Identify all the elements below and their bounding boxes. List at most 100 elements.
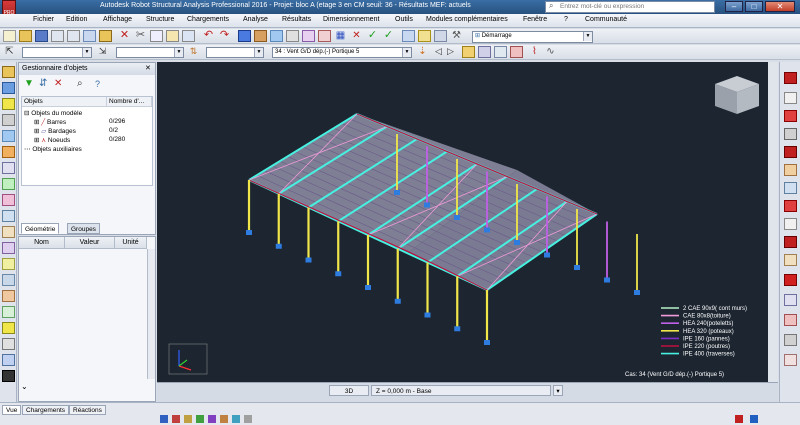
bar-selection-combo[interactable]: ▼: [116, 47, 184, 58]
3d-viewport[interactable]: 2 CAE 90x9( cont murs) CAE 80x8(toiture) H…: [157, 62, 778, 382]
cable-icon[interactable]: [784, 218, 797, 230]
menu-analyse[interactable]: Analyse: [243, 16, 268, 23]
delete-icon[interactable]: ✕: [118, 30, 131, 42]
calculation-icon[interactable]: [270, 30, 283, 42]
analysis-icon[interactable]: ✕: [350, 30, 363, 42]
properties-scrollbar[interactable]: [147, 249, 155, 379]
releases-icon[interactable]: [510, 46, 523, 58]
node-icon[interactable]: [784, 92, 797, 104]
info-icon[interactable]: [750, 415, 758, 423]
diagram-icon[interactable]: ⌇: [528, 46, 541, 58]
supports-tool-icon[interactable]: [2, 162, 15, 174]
tab-vue[interactable]: Vue: [2, 405, 22, 415]
maximize-button[interactable]: □: [745, 1, 763, 12]
divide-icon[interactable]: [2, 338, 15, 350]
claddings-icon[interactable]: [2, 194, 15, 206]
next-case-icon[interactable]: ▷: [444, 46, 457, 58]
column-header-count[interactable]: Nombre d'...: [107, 97, 152, 107]
case-filter-combo[interactable]: ▼: [206, 47, 264, 58]
tab-reactions[interactable]: Réactions: [69, 405, 106, 415]
offsets-icon[interactable]: [2, 210, 15, 222]
search-input[interactable]: Entrez mot-clé ou expression: [545, 1, 715, 13]
sections-icon[interactable]: [462, 46, 475, 58]
minimize-button[interactable]: –: [725, 1, 743, 12]
menu-modules[interactable]: Modules complémentaires: [426, 16, 508, 23]
tab-groupes[interactable]: Groupes: [67, 223, 100, 234]
angle-icon[interactable]: [784, 164, 797, 176]
menu-resultats[interactable]: Résultats: [282, 16, 311, 23]
cursor-icon[interactable]: ⇱: [3, 46, 16, 58]
clipboard-icon[interactable]: [182, 30, 195, 42]
structure-icon[interactable]: [254, 30, 267, 42]
node-selection-combo[interactable]: ▼: [22, 47, 92, 58]
paste-icon[interactable]: [166, 30, 179, 42]
tree-item-bars[interactable]: ⊞ ╱ Barres: [34, 118, 66, 126]
section-profile-icon[interactable]: [784, 110, 797, 122]
tree-item-model-objects[interactable]: ⊟ Objets du modèle: [24, 109, 82, 117]
tab-chargements[interactable]: Chargements: [22, 405, 70, 415]
chevron-down-icon[interactable]: ▾: [553, 385, 563, 396]
translate-icon[interactable]: [2, 274, 15, 286]
support-filter-icon[interactable]: [184, 415, 192, 423]
menu-communaute[interactable]: Communauté: [585, 16, 627, 23]
meshing-icon[interactable]: [2, 242, 15, 254]
combination-icon[interactable]: [784, 334, 797, 346]
results-tool-icon[interactable]: [784, 354, 797, 366]
tree-item-claddings[interactable]: ⊞ ▱ Bardages: [34, 127, 76, 135]
copy-icon[interactable]: [150, 30, 163, 42]
supports-icon[interactable]: [494, 46, 507, 58]
verify-icon[interactable]: ✓: [382, 30, 395, 42]
hinge-icon[interactable]: [784, 236, 797, 248]
plate-icon[interactable]: [784, 200, 797, 212]
new-file-icon[interactable]: [3, 30, 16, 42]
geometry-icon[interactable]: [2, 258, 15, 270]
load-case-select[interactable]: 34 : Vent G/D dép.(-) Portique 5 ▼: [272, 47, 412, 58]
folder-icon[interactable]: [99, 30, 112, 42]
spring-icon[interactable]: [784, 294, 797, 306]
arrange-icon[interactable]: ⇵: [39, 79, 50, 90]
menu-structure[interactable]: Structure: [146, 16, 174, 23]
open-folder-icon[interactable]: [19, 30, 32, 42]
extrude-icon[interactable]: [2, 322, 15, 334]
layout-select[interactable]: ⊞ Démarrage ▼: [472, 31, 593, 43]
table-icon[interactable]: [402, 30, 415, 42]
column-header-objects[interactable]: Objets: [22, 97, 107, 107]
case-selection-icon[interactable]: ⇅: [187, 46, 200, 58]
beams-icon[interactable]: [2, 114, 15, 126]
error-icon[interactable]: [735, 415, 743, 423]
save-icon[interactable]: [35, 30, 48, 42]
cut-icon[interactable]: ✂: [134, 30, 147, 42]
load-display-icon[interactable]: ⇣: [416, 46, 429, 58]
mirror-icon[interactable]: [2, 306, 15, 318]
menu-chargements[interactable]: Chargements: [187, 16, 229, 23]
preferences-icon[interactable]: [434, 30, 447, 42]
column-header-unit[interactable]: Unité: [115, 237, 147, 249]
display-icon[interactable]: [286, 30, 299, 42]
report-icon[interactable]: [418, 30, 431, 42]
materials-icon[interactable]: [478, 46, 491, 58]
profiles-icon[interactable]: [2, 146, 15, 158]
print-icon[interactable]: [51, 30, 64, 42]
filter-icon[interactable]: ▼: [24, 79, 35, 90]
viewport-scrollbar[interactable]: [768, 62, 778, 382]
menu-help[interactable]: ?: [564, 16, 568, 23]
i-beam-icon[interactable]: [784, 128, 797, 140]
support-tool-icon[interactable]: [784, 274, 797, 286]
column-header-value[interactable]: Valeur: [65, 237, 115, 249]
expand-icon[interactable]: ⊞: [34, 119, 39, 126]
panel-filter-icon[interactable]: [220, 415, 228, 423]
print-preview-icon[interactable]: [67, 30, 80, 42]
loads-tool-icon[interactable]: [2, 178, 15, 190]
rigid-link-icon[interactable]: [784, 254, 797, 266]
tree-item-nodes[interactable]: ⊞ ⋏ Noeuds: [34, 136, 70, 144]
panel-close-icon[interactable]: ✕: [145, 64, 151, 72]
intersect-icon[interactable]: [2, 354, 15, 366]
bar-selection-icon[interactable]: ⇲: [96, 46, 109, 58]
level-indicator[interactable]: Z = 0,000 m - Base: [371, 385, 551, 396]
view-mode-indicator[interactable]: 3D: [329, 385, 369, 396]
column-header-name[interactable]: Nom: [19, 237, 65, 249]
edit-icon[interactable]: [2, 370, 15, 382]
load-tool-icon[interactable]: [784, 314, 797, 326]
results-icon[interactable]: [318, 30, 331, 42]
screen-capture-icon[interactable]: [83, 30, 96, 42]
